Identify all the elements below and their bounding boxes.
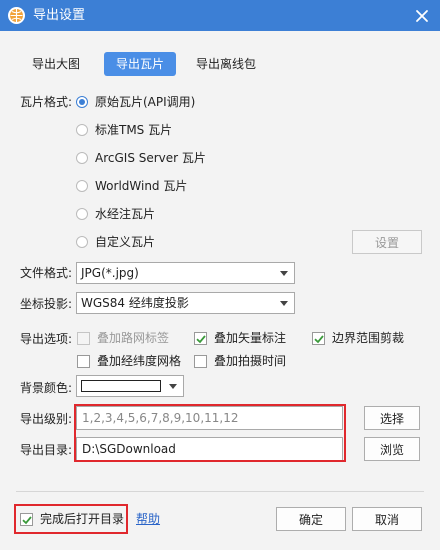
radio-label: WorldWind 瓦片 [95,179,188,193]
chevron-down-icon [169,384,177,389]
radio-button[interactable] [76,124,88,136]
file-format-label: 文件格式: [20,266,73,280]
globe-logo-icon [8,7,25,24]
radio-worldwind-tiles[interactable]: WorldWind 瓦片 [76,177,187,195]
checkbox-boundary-clip[interactable]: 边界范围剪裁 [312,330,404,346]
checkbox-vector-labels[interactable]: 叠加矢量标注 [194,330,286,346]
checkbox-label: 叠加拍摄时间 [214,354,287,368]
tab-export-large-image[interactable]: 导出大图 [20,52,92,76]
background-color-select[interactable] [76,375,184,397]
window-title: 导出设置 [33,8,86,23]
file-format-value: JPG(*.jpg) [81,266,139,280]
chevron-down-icon [280,301,288,306]
checkbox-road-labels[interactable]: 叠加路网标签 [77,330,169,346]
radio-tms-tiles[interactable]: 标准TMS 瓦片 [76,121,172,139]
radio-button[interactable] [76,208,88,220]
projection-label: 坐标投影: [20,297,73,311]
export-options-label: 导出选项: [20,332,73,346]
checkbox-label: 边界范围剪裁 [332,331,405,345]
export-level-label: 导出级别: [20,412,73,426]
checkbox[interactable] [194,354,207,368]
tab-export-offline-package[interactable]: 导出离线包 [186,52,266,76]
checkbox-label: 叠加路网标签 [97,331,170,345]
close-icon[interactable] [413,7,431,25]
checkmark-icon [196,334,206,343]
radio-arcgis-tiles[interactable]: ArcGIS Server 瓦片 [76,149,206,167]
radio-button[interactable] [76,236,88,248]
radio-button[interactable] [76,152,88,164]
radio-button[interactable] [76,96,88,108]
background-color-label: 背景颜色: [20,381,73,395]
radio-label: ArcGIS Server 瓦片 [95,151,206,165]
footer-divider [16,491,424,492]
checkbox[interactable] [77,331,90,345]
checkbox-latlng-grid[interactable]: 叠加经纬度网格 [77,353,181,369]
highlight-frame [14,504,128,534]
tile-format-label: 瓦片格式: [20,95,73,109]
radio-label: 自定义瓦片 [95,235,156,249]
file-format-select[interactable]: JPG(*.jpg) [76,262,295,284]
checkmark-icon [314,334,324,343]
color-swatch [81,380,161,392]
radio-shuijingzhu-tiles[interactable]: 水经注瓦片 [76,205,155,223]
select-level-button[interactable]: 选择 [364,406,420,430]
checkbox-label: 叠加矢量标注 [214,331,287,345]
checkbox[interactable] [77,354,90,368]
help-link[interactable]: 帮助 [136,511,160,527]
browse-dir-button[interactable]: 浏览 [364,437,420,461]
radio-label: 水经注瓦片 [95,207,156,221]
checkbox-label: 叠加经纬度网格 [97,354,182,368]
projection-select[interactable]: WGS84 经纬度投影 [76,292,295,314]
radio-label: 原始瓦片(API调用) [95,95,196,109]
checkbox[interactable] [194,331,207,345]
cancel-button[interactable]: 取消 [352,507,422,531]
radio-original-tiles[interactable]: 原始瓦片(API调用) [76,93,195,111]
title-bar: 导出设置 [0,0,440,31]
highlight-frame [74,404,346,462]
radio-custom-tiles[interactable]: 自定义瓦片 [76,233,155,251]
tile-settings-button[interactable]: 设置 [352,230,422,254]
radio-label: 标准TMS 瓦片 [95,123,173,137]
ok-button[interactable]: 确定 [276,507,346,531]
projection-value: WGS84 经纬度投影 [81,296,189,310]
checkbox-capture-time[interactable]: 叠加拍摄时间 [194,353,286,369]
radio-button[interactable] [76,180,88,192]
export-dir-label: 导出目录: [20,443,73,457]
chevron-down-icon [280,271,288,276]
tab-export-tiles[interactable]: 导出瓦片 [104,52,176,76]
checkbox[interactable] [312,331,325,345]
